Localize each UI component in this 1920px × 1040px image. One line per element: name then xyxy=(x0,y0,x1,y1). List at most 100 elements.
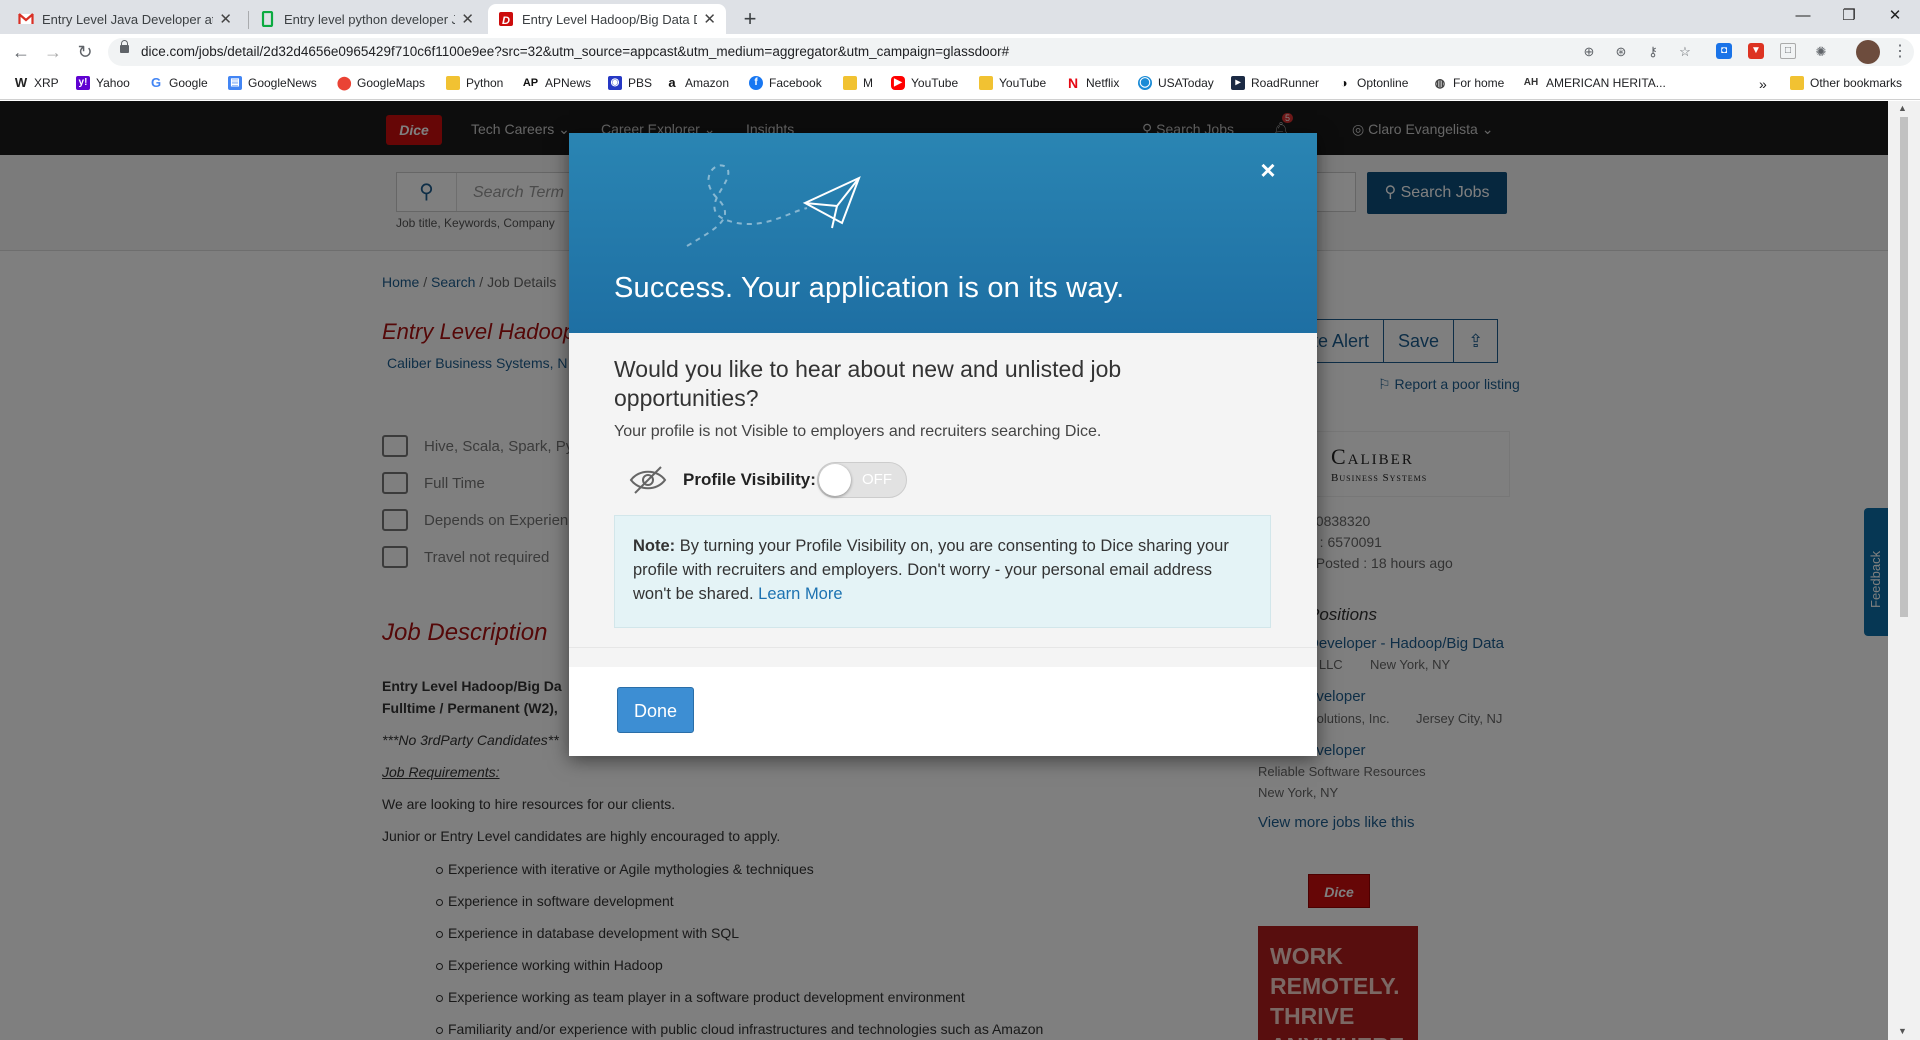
menu-kebab-icon[interactable]: ⋮ xyxy=(1888,40,1912,64)
tab-gmail[interactable]: Entry Level Java Developer at Syn ✕ xyxy=(8,4,242,34)
bookmark-googlenews[interactable]: ▤ GoogleNews xyxy=(228,76,317,90)
folder-icon xyxy=(446,76,460,90)
bookmark-youtube-folder[interactable]: YouTube xyxy=(979,76,1046,90)
tab-strip: Entry Level Java Developer at Syn ✕ Entr… xyxy=(0,0,1920,34)
roadrunner-icon: ▸ xyxy=(1231,76,1245,90)
close-tab-icon[interactable]: ✕ xyxy=(703,10,716,28)
close-tab-icon[interactable]: ✕ xyxy=(219,10,232,28)
bookmark-netflix[interactable]: N Netflix xyxy=(1066,76,1119,90)
extension-bug-icon[interactable]: ✺ xyxy=(1812,43,1830,61)
bookmark-usatoday[interactable]: ◯ USAToday xyxy=(1138,76,1214,90)
bookmark-label: M xyxy=(863,76,873,90)
profile-visibility-toggle[interactable]: OFF xyxy=(817,462,907,498)
bookmark-google[interactable]: G Google xyxy=(149,75,208,91)
scrollbar-thumb[interactable] xyxy=(1900,117,1908,617)
bookmark-label: RoadRunner xyxy=(1251,76,1320,90)
lock-icon xyxy=(120,40,129,53)
minimize-icon[interactable]: — xyxy=(1780,3,1826,29)
bookmark-label: XRP xyxy=(34,76,59,90)
facebook-icon: f xyxy=(749,76,763,90)
bookmark-yahoo[interactable]: y! Yahoo xyxy=(76,76,130,90)
google-icon: G xyxy=(150,75,162,90)
back-icon[interactable]: ← xyxy=(9,40,33,64)
bookmark-roadrunner[interactable]: ▸ RoadRunner xyxy=(1231,76,1319,90)
page-scrollbar[interactable]: ▲ ▼ xyxy=(1888,101,1920,1040)
tab-label: Entry level python developer Job xyxy=(284,11,456,27)
folder-icon xyxy=(1790,76,1804,90)
bookmark-label: For home xyxy=(1453,76,1505,90)
globe-icon: ◍ xyxy=(1434,76,1446,90)
browser-toolbar: ← → ↻ dice.com/jobs/detail/2d32d4656e096… xyxy=(0,34,1920,70)
star-icon[interactable]: ☆ xyxy=(1676,43,1694,61)
bookmark-youtube[interactable]: ▶ YouTube xyxy=(891,76,958,90)
close-tab-icon[interactable]: ✕ xyxy=(461,10,474,28)
other-bookmarks[interactable]: Other bookmarks xyxy=(1790,76,1902,90)
bookmark-label: YouTube xyxy=(911,76,959,90)
extension-box-icon[interactable]: □ xyxy=(1780,43,1796,59)
bookmark-label: Facebook xyxy=(769,76,822,90)
bookmark-optonline[interactable]: ◑ Optonline xyxy=(1337,76,1408,90)
scroll-up-icon[interactable]: ▲ xyxy=(1898,103,1907,113)
bookmark-label: Python xyxy=(466,76,504,90)
consent-note: Note: By turning your Profile Visibility… xyxy=(614,515,1271,628)
folder-icon xyxy=(979,76,993,90)
extension-shield-icon[interactable]: ▼ xyxy=(1748,43,1764,59)
bookmark-label: Yahoo xyxy=(96,76,130,90)
bookmark-googlemaps[interactable]: ⬤ GoogleMaps xyxy=(337,75,426,91)
bookmark-label: PBS xyxy=(628,76,653,90)
divider xyxy=(569,647,1317,667)
bookmark-python[interactable]: Python xyxy=(446,76,503,90)
url-text[interactable]: dice.com/jobs/detail/2d32d4656e0965429f7… xyxy=(141,44,1009,59)
bookmark-facebook[interactable]: f Facebook xyxy=(749,76,822,90)
folder-icon xyxy=(843,76,857,90)
bookmark-label: Other bookmarks xyxy=(1810,76,1903,90)
map-pin-icon: ⬤ xyxy=(337,75,352,90)
bookmark-label: AMERICAN HERITA... xyxy=(1546,76,1666,90)
tab-glassdoor[interactable]: Entry level python developer Job ✕ xyxy=(250,4,484,34)
usatoday-icon: ◯ xyxy=(1138,76,1152,90)
bookmark-label: Google xyxy=(169,76,208,90)
bookmark-american-heritage[interactable]: AH AMERICAN HERITA... xyxy=(1522,76,1666,90)
bookmark-label: Optonline xyxy=(1357,76,1409,90)
key-icon[interactable]: ⚷ xyxy=(1644,43,1662,61)
profile-avatar[interactable] xyxy=(1856,40,1880,64)
reload-icon[interactable]: ↻ xyxy=(73,40,97,64)
modal-title: Success. Your application is on its way. xyxy=(614,272,1125,304)
extension-icon[interactable]: ◘ xyxy=(1716,43,1732,59)
tab-label: Entry Level Hadoop/Big Data De xyxy=(522,11,698,27)
bookmark-label: APNews xyxy=(545,76,592,90)
more-bookmarks-chevron-icon[interactable]: » xyxy=(1759,76,1767,92)
note-text: By turning your Profile Visibility on, y… xyxy=(633,537,1229,603)
bookmark-label: YouTube xyxy=(999,76,1047,90)
dice-page: Dice Tech Careers ⌄ Career Explorer ⌄ In… xyxy=(0,101,1888,1040)
netflix-icon: N xyxy=(1067,75,1079,91)
bookmark-for-home[interactable]: ◍ For home xyxy=(1433,76,1505,90)
optonline-icon: ◑ xyxy=(1340,76,1348,90)
bookmark-apnews[interactable]: AP APNews xyxy=(522,76,591,90)
forward-icon[interactable]: → xyxy=(41,40,65,64)
toggle-knob xyxy=(819,464,851,496)
bookmark-amazon[interactable]: a Amazon xyxy=(665,75,729,91)
translate-icon[interactable]: ⊕ xyxy=(1580,43,1598,61)
shield-icon[interactable]: ⊛ xyxy=(1612,43,1630,61)
close-icon[interactable]: × xyxy=(1253,155,1283,185)
close-window-icon[interactable]: ✕ xyxy=(1872,3,1918,29)
news-icon: ▤ xyxy=(228,76,242,90)
learn-more-link[interactable]: Learn More xyxy=(758,585,842,603)
bookmark-pbs[interactable]: ◉ PBS xyxy=(608,76,652,90)
tab-dice[interactable]: D Entry Level Hadoop/Big Data De ✕ xyxy=(488,4,726,34)
bookmark-xrp[interactable]: W XRP xyxy=(14,76,59,91)
done-button[interactable]: Done xyxy=(617,687,694,733)
bookmark-m[interactable]: M xyxy=(843,76,873,90)
bookmarks-bar: W XRP y! Yahoo G Google ▤ GoogleNews ⬤ Google… xyxy=(0,70,1920,100)
maximize-icon[interactable]: ❐ xyxy=(1826,3,1872,29)
note-label: Note: xyxy=(633,537,676,555)
address-bar[interactable]: dice.com/jobs/detail/2d32d4656e0965429f7… xyxy=(108,38,1914,66)
scroll-down-icon[interactable]: ▼ xyxy=(1898,1026,1907,1036)
application-success-modal: × Success. Your application is on its wa… xyxy=(569,133,1317,756)
glassdoor-icon xyxy=(260,10,276,28)
new-tab-button[interactable]: + xyxy=(737,6,763,32)
bookmark-label: GoogleMaps xyxy=(357,76,426,90)
yahoo-icon: y! xyxy=(76,76,90,90)
amazon-icon: a xyxy=(668,75,676,90)
